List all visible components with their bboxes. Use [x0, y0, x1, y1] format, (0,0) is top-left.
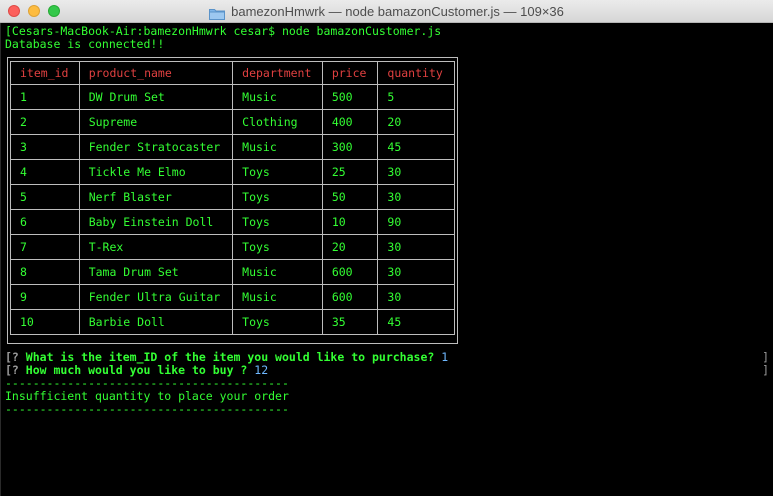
cell-quantity: 30 [377, 184, 455, 210]
cell-price: 35 [321, 309, 379, 335]
cell-department: Music [232, 284, 323, 310]
table-row: 2 Supreme Clothing 400 20 [10, 109, 455, 135]
header-quantity: quantity [377, 61, 455, 85]
divider-line-bottom: ----------------------------------------… [5, 402, 289, 416]
cell-department: Music [232, 134, 323, 160]
cell-department: Toys [232, 184, 323, 210]
cell-quantity: 45 [377, 134, 455, 160]
header-department: department [232, 61, 323, 85]
cell-quantity: 30 [377, 259, 455, 285]
cell-price: 50 [321, 184, 379, 210]
table-row: 7 T-Rex Toys 20 30 [10, 234, 455, 260]
table-header-row: item_id product_name department price qu… [10, 61, 455, 85]
table-row: 1 DW Drum Set Music 500 5 [10, 84, 455, 110]
cell-product-name: Barbie Doll [78, 309, 234, 335]
table-row: 6 Baby Einstein Doll Toys 10 90 [10, 209, 455, 235]
cell-quantity: 90 [377, 209, 455, 235]
header-product-name: product_name [78, 61, 234, 85]
cell-price: 300 [321, 134, 379, 160]
cell-item-id: 4 [10, 159, 80, 185]
cell-product-name: Fender Ultra Guitar [78, 284, 234, 310]
title-bar[interactable]: bamezonHmwrk — node bamazonCustomer.js —… [0, 0, 773, 23]
folder-icon [209, 5, 226, 20]
cell-department: Music [232, 84, 323, 110]
cell-price: 10 [321, 209, 379, 235]
cell-price: 600 [321, 259, 379, 285]
table-row: 5 Nerf Blaster Toys 50 30 [10, 184, 455, 210]
cell-item-id: 7 [10, 234, 80, 260]
table-row: 4 Tickle Me Elmo Toys 25 30 [10, 159, 455, 185]
right-bracket: ] [762, 363, 769, 377]
cell-price: 25 [321, 159, 379, 185]
window-title: bamezonHmwrk — node bamazonCustomer.js —… [231, 3, 564, 19]
cell-product-name: Tama Drum Set [78, 259, 234, 285]
cell-department: Toys [232, 159, 323, 185]
cell-quantity: 20 [377, 109, 455, 135]
cell-item-id: 6 [10, 209, 80, 235]
cell-product-name: T-Rex [78, 234, 234, 260]
table-row: 8 Tama Drum Set Music 600 30 [10, 259, 455, 285]
cell-item-id: 9 [10, 284, 80, 310]
table-row: 3 Fender Stratocaster Music 300 45 [10, 134, 455, 160]
cell-price: 400 [321, 109, 379, 135]
table-row: 9 Fender Ultra Guitar Music 600 30 [10, 284, 455, 310]
header-price: price [321, 61, 379, 85]
cell-product-name: Tickle Me Elmo [78, 159, 234, 185]
cell-product-name: Nerf Blaster [78, 184, 234, 210]
question-mark: [? [5, 363, 19, 377]
title-container: bamezonHmwrk — node bamazonCustomer.js —… [0, 0, 773, 22]
cell-item-id: 5 [10, 184, 80, 210]
db-status-line: Database is connected!! [5, 37, 165, 51]
answer-quantity: 12 [254, 363, 269, 377]
cell-price: 600 [321, 284, 379, 310]
cell-quantity: 30 [377, 159, 455, 185]
cell-item-id: 1 [10, 84, 80, 110]
terminal-window: bamezonHmwrk — node bamazonCustomer.js —… [0, 0, 773, 496]
cell-product-name: DW Drum Set [78, 84, 234, 110]
cell-department: Toys [232, 234, 323, 260]
answer-item-id: 1 [441, 350, 449, 364]
table-row: 10 Barbie Doll Toys 35 45 [10, 309, 455, 335]
question-text: What is the item_ID of the item you woul… [25, 350, 435, 364]
cell-item-id: 2 [10, 109, 80, 135]
terminal-content[interactable]: [Cesars-MacBook-Air:bamezonHmwrk cesar$ … [0, 23, 773, 496]
cell-quantity: 5 [377, 84, 455, 110]
cell-product-name: Supreme [78, 109, 234, 135]
question-text: How much would you like to buy ? [25, 363, 248, 377]
question-mark: [? [5, 350, 19, 364]
cell-department: Music [232, 259, 323, 285]
cell-item-id: 10 [10, 309, 80, 335]
products-table: item_id product_name department price qu… [10, 61, 455, 335]
cell-department: Toys [232, 309, 323, 335]
cell-quantity: 45 [377, 309, 455, 335]
cell-department: Toys [232, 209, 323, 235]
cell-item-id: 8 [10, 259, 80, 285]
cell-quantity: 30 [377, 234, 455, 260]
cell-item-id: 3 [10, 134, 80, 160]
cell-product-name: Baby Einstein Doll [78, 209, 234, 235]
cell-department: Clothing [232, 109, 323, 135]
header-item-id: item_id [10, 61, 80, 85]
cell-product-name: Fender Stratocaster [78, 134, 234, 160]
cell-quantity: 30 [377, 284, 455, 310]
cell-price: 500 [321, 84, 379, 110]
cell-price: 20 [321, 234, 379, 260]
